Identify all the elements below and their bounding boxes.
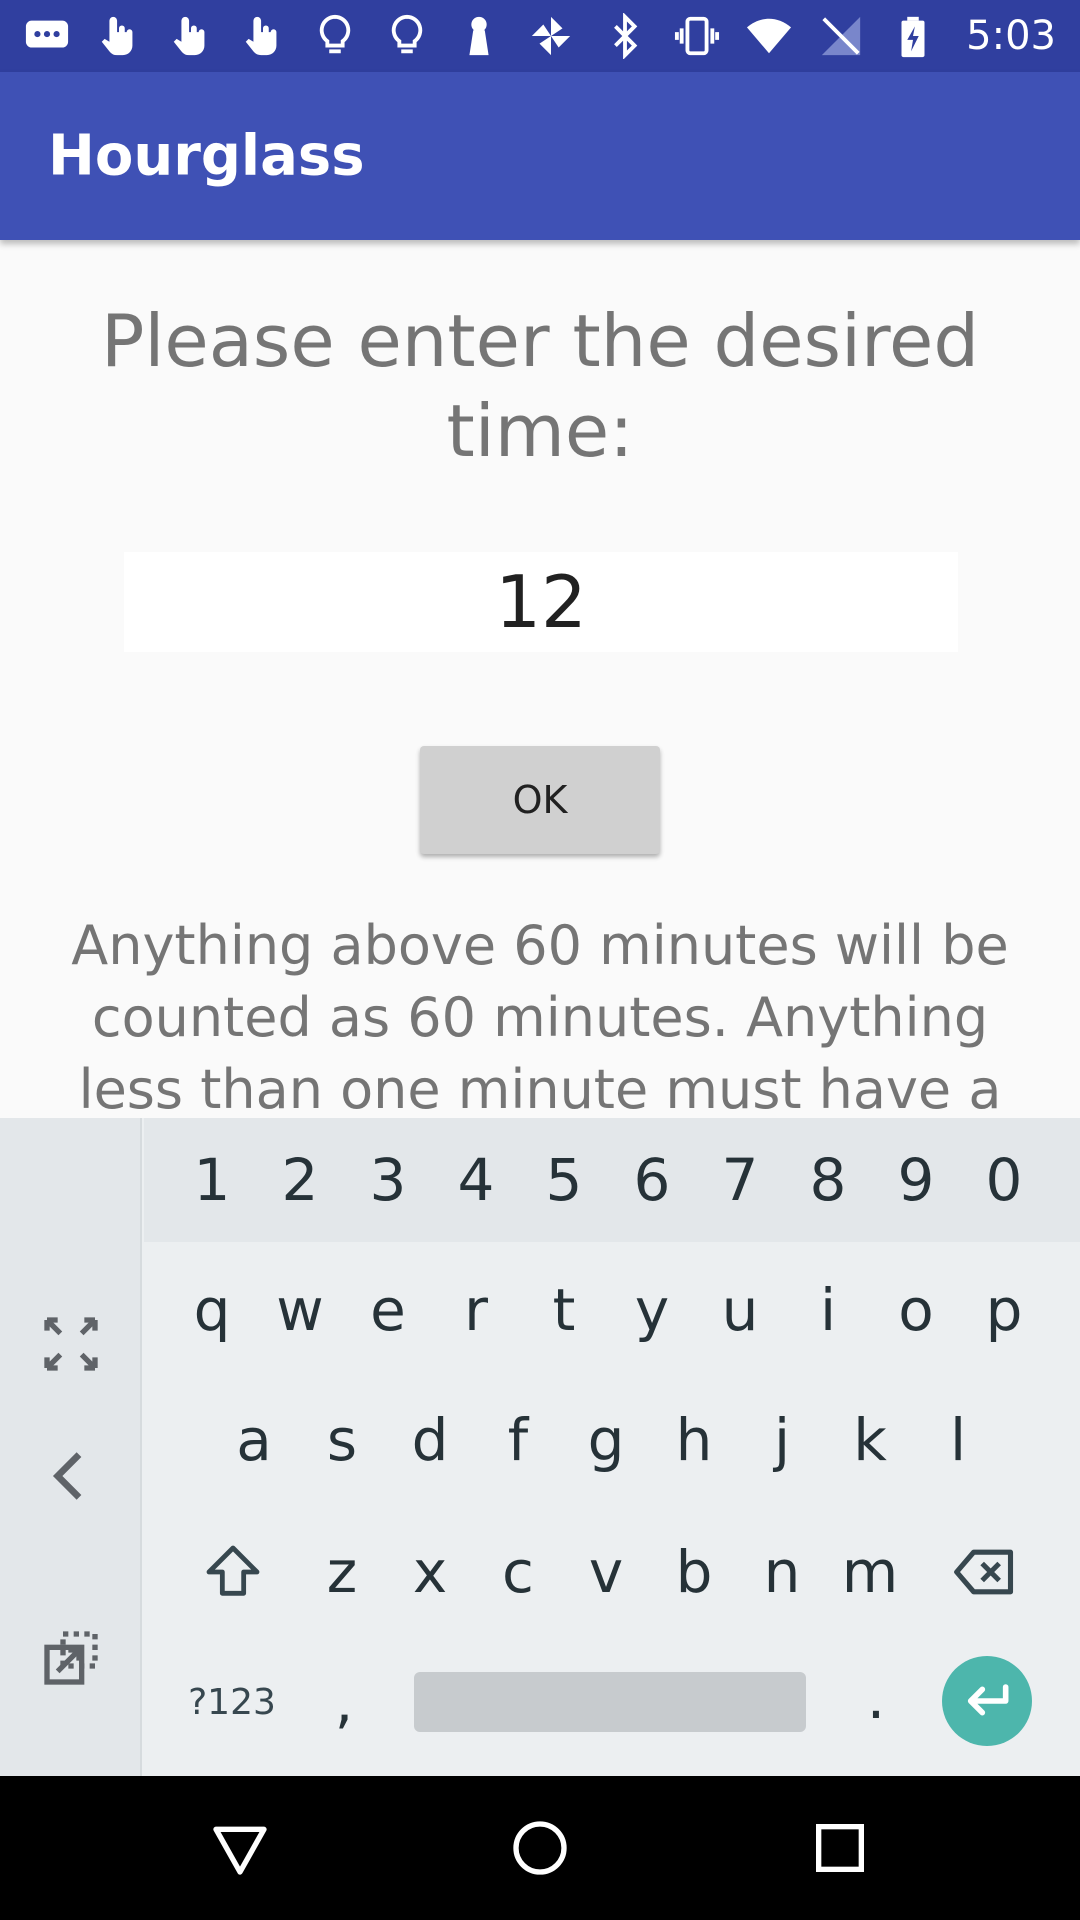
back-triangle-icon — [213, 1826, 267, 1875]
symbols-key[interactable]: ?123 — [176, 1652, 288, 1752]
key-0[interactable]: 0 — [964, 1118, 1044, 1242]
no-signal-icon — [818, 13, 864, 59]
key-1[interactable]: 1 — [172, 1118, 252, 1242]
battery-charging-icon — [890, 13, 936, 59]
enter-key[interactable] — [942, 1656, 1032, 1746]
key-k[interactable]: k — [830, 1386, 910, 1494]
touch-icon — [96, 13, 142, 59]
backspace-icon — [954, 1549, 1014, 1595]
lightbulb-icon — [312, 13, 358, 59]
key-q[interactable]: q — [172, 1256, 252, 1364]
key-x[interactable]: x — [390, 1518, 470, 1626]
key-z[interactable]: z — [302, 1518, 382, 1626]
shift-key[interactable] — [188, 1518, 278, 1626]
key-u[interactable]: u — [700, 1256, 780, 1364]
key-w[interactable]: w — [260, 1256, 340, 1364]
status-bar: 5:03 — [0, 0, 1080, 72]
key-b[interactable]: b — [654, 1518, 734, 1626]
undock-icon — [44, 1631, 98, 1685]
key-g[interactable]: g — [566, 1386, 646, 1494]
key-4[interactable]: 4 — [436, 1118, 516, 1242]
backspace-key[interactable] — [940, 1518, 1030, 1626]
key-8[interactable]: 8 — [788, 1118, 868, 1242]
bluetooth-icon — [602, 13, 648, 59]
screen: 5:03 Hourglass Please enter the desired … — [0, 0, 1080, 1920]
app-bar: Hourglass — [0, 72, 1080, 240]
key-h[interactable]: h — [654, 1386, 734, 1494]
key-6[interactable]: 6 — [612, 1118, 692, 1242]
recents-square-icon — [816, 1824, 864, 1872]
touch-icon — [168, 13, 214, 59]
expand-keyboard-button[interactable] — [0, 1294, 142, 1394]
recents-button[interactable] — [760, 1776, 920, 1920]
notification-icons — [24, 0, 574, 72]
key-r[interactable]: r — [436, 1256, 516, 1364]
clock: 5:03 — [966, 13, 1056, 59]
key-j[interactable]: j — [742, 1386, 822, 1494]
wifi-icon — [746, 13, 792, 59]
vibrate-icon — [674, 13, 720, 59]
time-input[interactable] — [124, 552, 958, 652]
back-button[interactable] — [160, 1776, 320, 1920]
soft-keyboard: 1 2 3 4 5 6 7 8 9 0 q w e r t y u i o p … — [0, 1118, 1080, 1776]
key-9[interactable]: 9 — [876, 1118, 956, 1242]
key-p[interactable]: p — [964, 1256, 1044, 1364]
space-key[interactable] — [414, 1672, 806, 1732]
touch-icon — [240, 13, 286, 59]
key-l[interactable]: l — [918, 1386, 998, 1494]
keyboard-side-panel — [0, 1118, 142, 1776]
system-icons: 5:03 — [602, 0, 1056, 72]
keyhole-icon — [456, 13, 502, 59]
comma-key[interactable]: , — [304, 1652, 384, 1752]
info-note: Anything above 60 minutes will be counte… — [71, 914, 1009, 1121]
keyboard-back-button[interactable] — [0, 1426, 142, 1526]
navigation-bar — [0, 1776, 1080, 1920]
key-e[interactable]: e — [348, 1256, 428, 1364]
lightbulb-icon — [384, 13, 430, 59]
key-o[interactable]: o — [876, 1256, 956, 1364]
key-d[interactable]: d — [390, 1386, 470, 1494]
enter-icon — [967, 1684, 1009, 1716]
key-v[interactable]: v — [566, 1518, 646, 1626]
key-n[interactable]: n — [742, 1518, 822, 1626]
key-2[interactable]: 2 — [260, 1118, 340, 1242]
key-f[interactable]: f — [478, 1386, 558, 1494]
key-a[interactable]: a — [214, 1386, 294, 1494]
home-circle-icon — [513, 1821, 567, 1875]
key-3[interactable]: 3 — [348, 1118, 428, 1242]
message-icon — [24, 13, 70, 59]
undock-keyboard-button[interactable] — [0, 1608, 142, 1708]
pinwheel-icon — [528, 13, 574, 59]
app-title: Hourglass — [48, 123, 365, 189]
key-s[interactable]: s — [302, 1386, 382, 1494]
key-5[interactable]: 5 — [524, 1118, 604, 1242]
key-y[interactable]: y — [612, 1256, 692, 1364]
key-i[interactable]: i — [788, 1256, 868, 1364]
period-key[interactable]: . — [836, 1648, 916, 1748]
key-c[interactable]: c — [478, 1518, 558, 1626]
key-m[interactable]: m — [830, 1518, 910, 1626]
key-7[interactable]: 7 — [700, 1118, 780, 1242]
expand-icon — [44, 1317, 98, 1371]
ok-button[interactable]: OK — [420, 746, 660, 854]
home-button[interactable] — [460, 1776, 620, 1920]
prompt-text: Please enter the desired time: — [100, 299, 980, 473]
chevron-left-icon — [52, 1452, 82, 1500]
shift-icon — [206, 1545, 260, 1596]
key-t[interactable]: t — [524, 1256, 604, 1364]
